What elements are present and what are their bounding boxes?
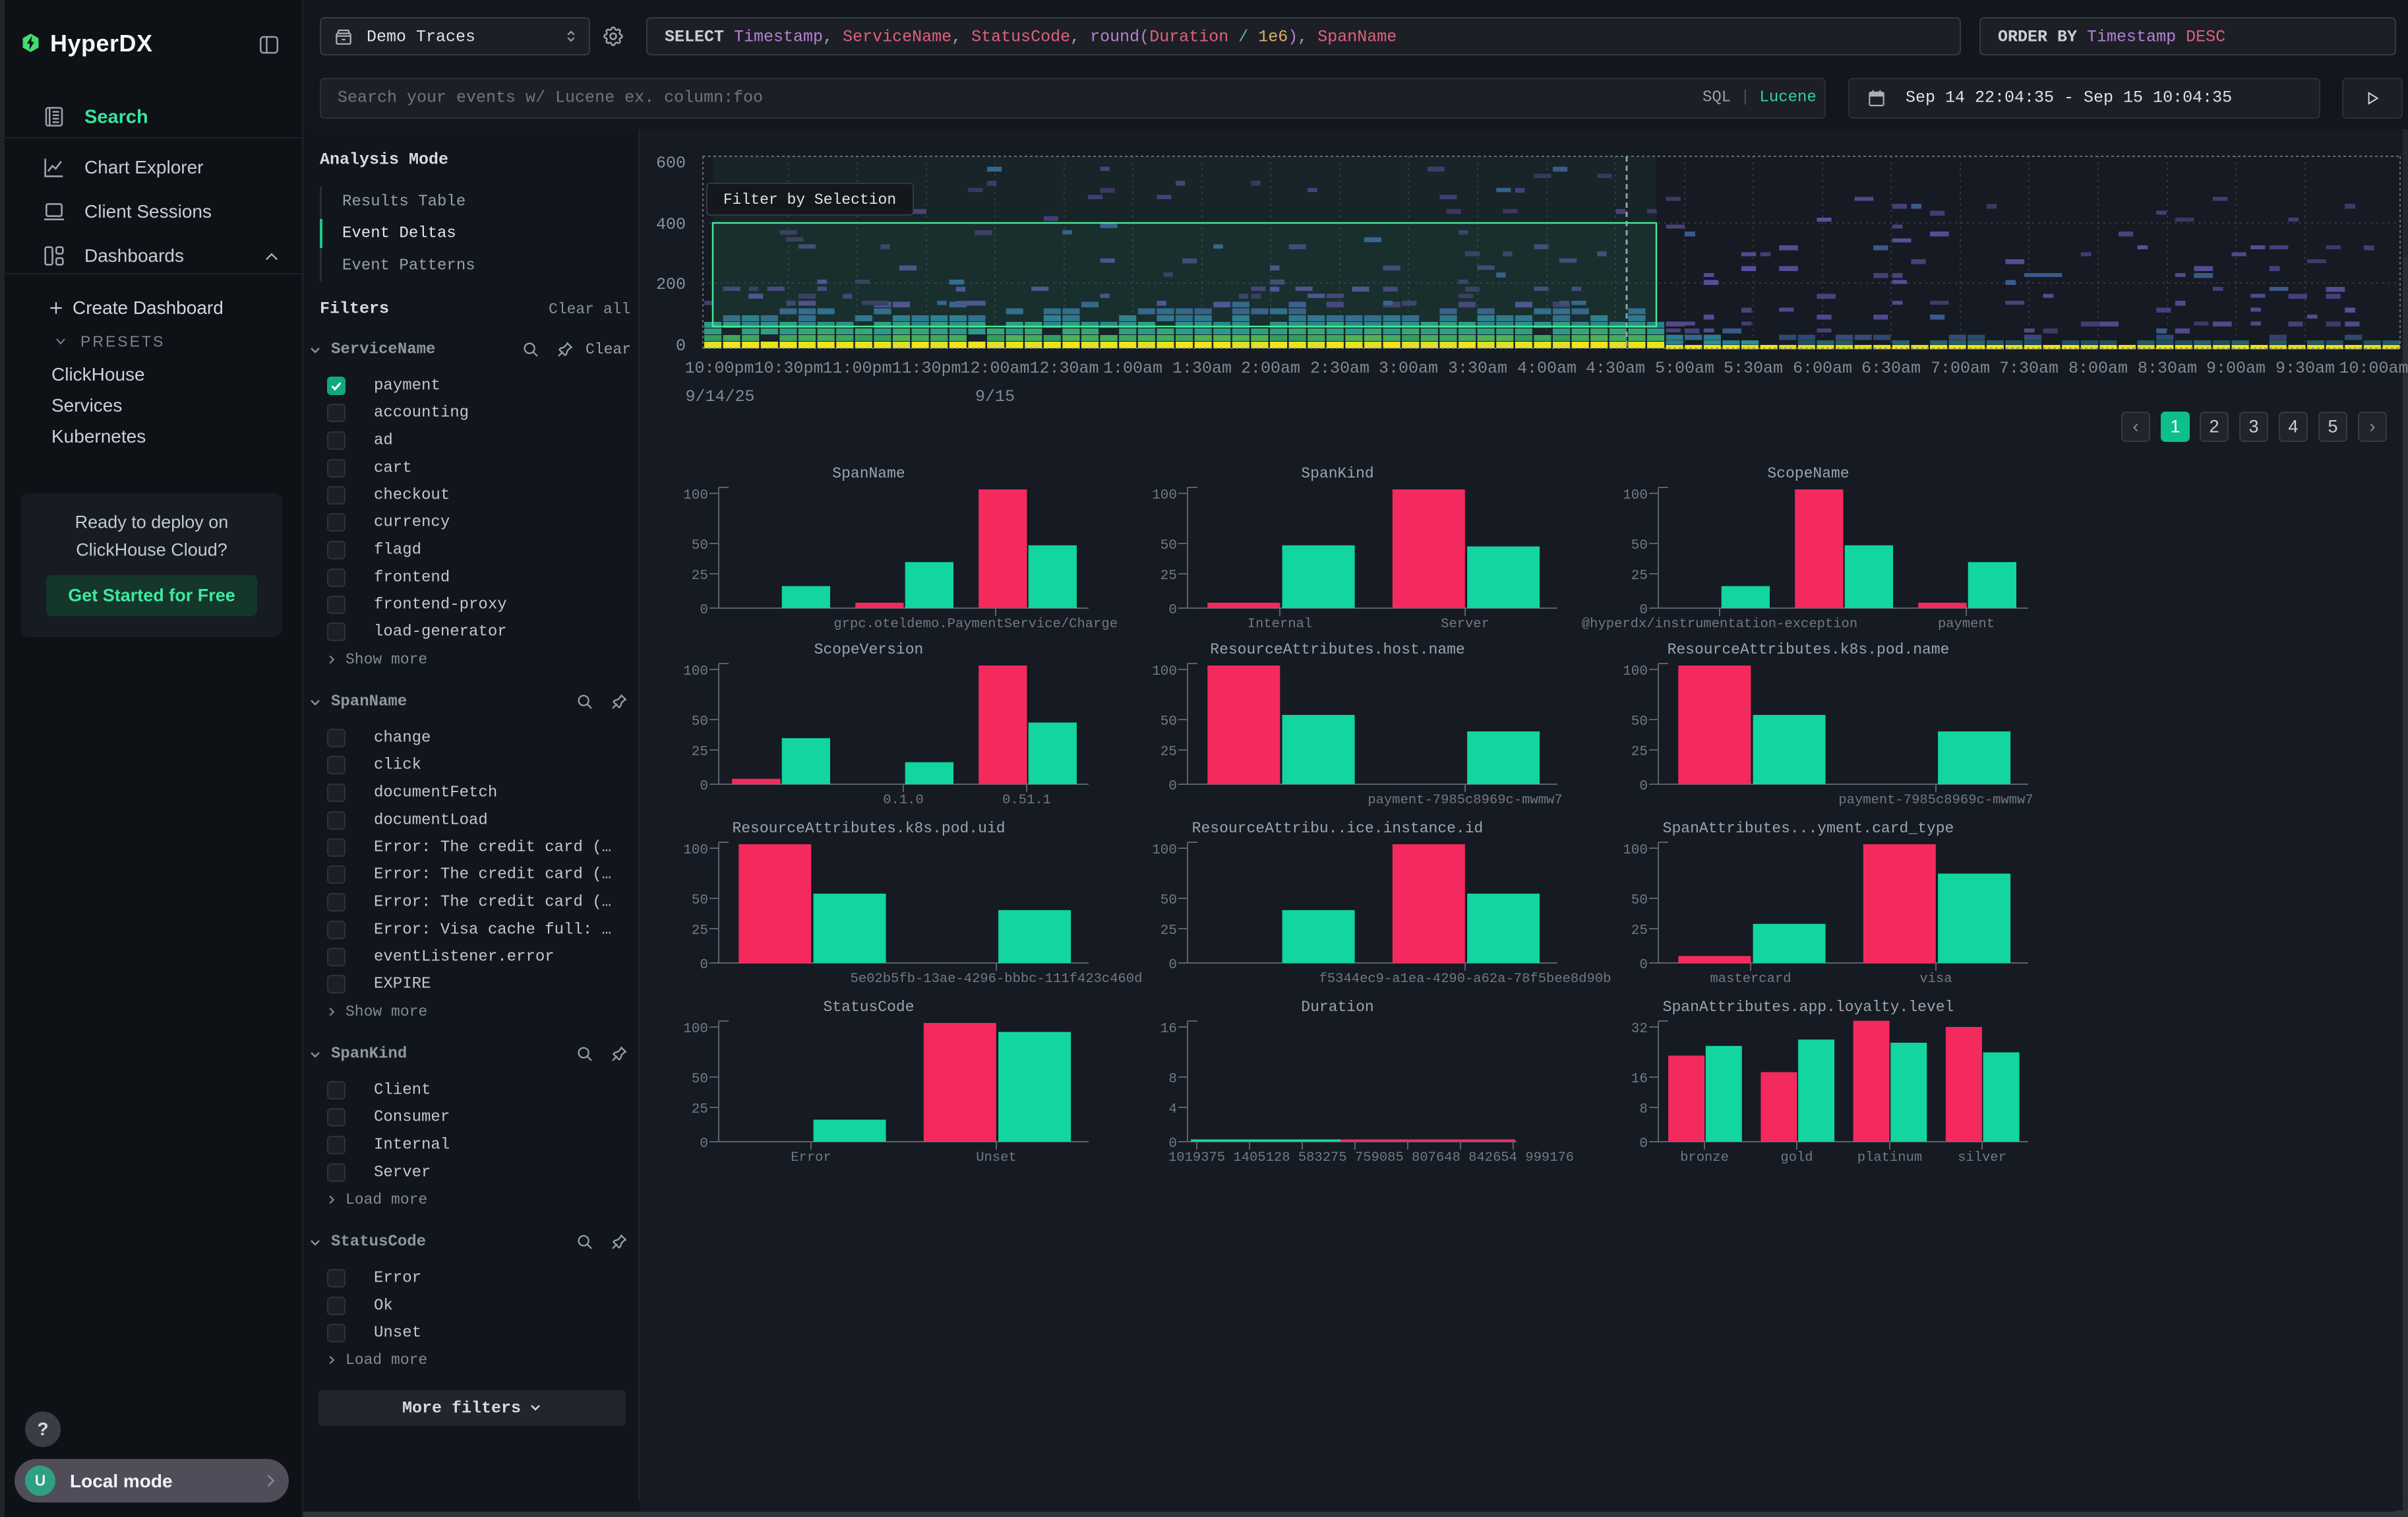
svg-text:0: 0 <box>1168 779 1177 794</box>
svg-text:16: 16 <box>1631 1072 1648 1087</box>
svg-text:0: 0 <box>700 958 708 973</box>
svg-text:50: 50 <box>692 538 708 553</box>
svg-text:25: 25 <box>1631 923 1648 939</box>
svg-text:16: 16 <box>1160 1022 1177 1037</box>
svg-text:8: 8 <box>1639 1102 1648 1117</box>
svg-text:50: 50 <box>692 893 708 908</box>
svg-text:50: 50 <box>1631 893 1648 908</box>
svg-text:50: 50 <box>1160 538 1177 553</box>
svg-text:0: 0 <box>700 779 708 794</box>
svg-text:0: 0 <box>1639 1136 1648 1152</box>
svg-text:100: 100 <box>1623 664 1648 679</box>
svg-text:25: 25 <box>1160 569 1177 584</box>
svg-text:@hyperdx/instrumentation-excep: @hyperdx/instrumentation-exception <box>1582 617 1857 632</box>
svg-text:Error: Error <box>791 1150 831 1165</box>
svg-text:ScopeVersion: ScopeVersion <box>814 641 924 658</box>
svg-text:100: 100 <box>1623 488 1648 503</box>
svg-text:0: 0 <box>1639 958 1648 973</box>
svg-text:100: 100 <box>683 488 708 503</box>
svg-text:grpc.oteldemo.PaymentService/C: grpc.oteldemo.PaymentService/Charge <box>833 617 1118 632</box>
svg-text:payment: payment <box>1938 617 1995 632</box>
svg-text:25: 25 <box>692 1102 708 1117</box>
svg-text:50: 50 <box>1631 714 1648 729</box>
svg-text:100: 100 <box>1152 843 1177 858</box>
svg-text:Server: Server <box>1441 617 1490 632</box>
svg-text:f5344ec9-a1ea-4290-a62a-78f5be: f5344ec9-a1ea-4290-a62a-78f5bee8d90b <box>1319 972 1611 987</box>
svg-text:Duration: Duration <box>1301 999 1373 1016</box>
svg-text:100: 100 <box>1152 664 1177 679</box>
svg-text:25: 25 <box>1160 923 1177 939</box>
svg-text:ResourceAttributes.host.name: ResourceAttributes.host.name <box>1210 641 1464 658</box>
svg-text:50: 50 <box>1631 538 1648 553</box>
svg-text:100: 100 <box>1152 488 1177 503</box>
svg-text:SpanKind: SpanKind <box>1301 465 1373 482</box>
svg-text:0: 0 <box>700 1136 708 1152</box>
svg-text:25: 25 <box>692 923 708 939</box>
svg-text:silver: silver <box>1958 1150 2006 1165</box>
svg-text:100: 100 <box>683 664 708 679</box>
svg-text:SpanName: SpanName <box>832 465 905 482</box>
svg-text:5e02b5fb-13ae-4296-bbbc-111f42: 5e02b5fb-13ae-4296-bbbc-111f423c460d <box>851 972 1143 987</box>
svg-text:visa: visa <box>1919 972 1952 987</box>
svg-text:0: 0 <box>1168 958 1177 973</box>
svg-text:100: 100 <box>683 843 708 858</box>
svg-text:8: 8 <box>1168 1072 1177 1087</box>
svg-text:100: 100 <box>683 1022 708 1037</box>
svg-text:0.51.1: 0.51.1 <box>1002 793 1051 808</box>
svg-text:Internal: Internal <box>1248 617 1312 632</box>
svg-text:ResourceAttribu..ice.instance.: ResourceAttribu..ice.instance.id <box>1192 820 1484 837</box>
svg-text:32: 32 <box>1631 1022 1648 1037</box>
svg-text:ResourceAttributes.k8s.pod.uid: ResourceAttributes.k8s.pod.uid <box>732 820 1005 837</box>
svg-text:bronze: bronze <box>1680 1150 1729 1165</box>
svg-text:25: 25 <box>692 569 708 584</box>
svg-text:payment-7985c8969c-mwmw7: payment-7985c8969c-mwmw7 <box>1838 793 2033 808</box>
svg-text:platinum: platinum <box>1857 1150 1922 1165</box>
svg-text:0: 0 <box>700 603 708 618</box>
svg-text:payment-7985c8969c-mwmw7: payment-7985c8969c-mwmw7 <box>1368 793 1562 808</box>
svg-text:25: 25 <box>1160 745 1177 760</box>
svg-text:0: 0 <box>1639 779 1648 794</box>
svg-text:100: 100 <box>1623 843 1648 858</box>
svg-text:SpanAttributes...yment.card_ty: SpanAttributes...yment.card_type <box>1663 820 1954 837</box>
svg-text:4: 4 <box>1168 1102 1177 1117</box>
svg-text:0.1.0: 0.1.0 <box>883 793 924 808</box>
svg-text:ScopeName: ScopeName <box>1767 465 1849 482</box>
svg-text:SpanAttributes.app.loyalty.lev: SpanAttributes.app.loyalty.level <box>1663 999 1954 1016</box>
svg-text:0: 0 <box>1168 1136 1177 1152</box>
svg-text:StatusCode: StatusCode <box>823 999 914 1016</box>
svg-text:50: 50 <box>1160 893 1177 908</box>
svg-text:ResourceAttributes.k8s.pod.nam: ResourceAttributes.k8s.pod.name <box>1668 641 1950 658</box>
svg-text:Unset: Unset <box>976 1150 1017 1165</box>
svg-text:0: 0 <box>1168 603 1177 618</box>
svg-text:25: 25 <box>1631 745 1648 760</box>
svg-text:0: 0 <box>1639 603 1648 618</box>
svg-text:50: 50 <box>692 1072 708 1087</box>
svg-text:50: 50 <box>1160 714 1177 729</box>
svg-text:25: 25 <box>1631 569 1648 584</box>
svg-text:50: 50 <box>692 714 708 729</box>
svg-text:25: 25 <box>692 745 708 760</box>
svg-text:mastercard: mastercard <box>1710 972 1791 987</box>
svg-text:1019375 1405128 583275 759085: 1019375 1405128 583275 759085 807648 842… <box>1168 1150 1574 1165</box>
svg-text:gold: gold <box>1780 1150 1813 1165</box>
